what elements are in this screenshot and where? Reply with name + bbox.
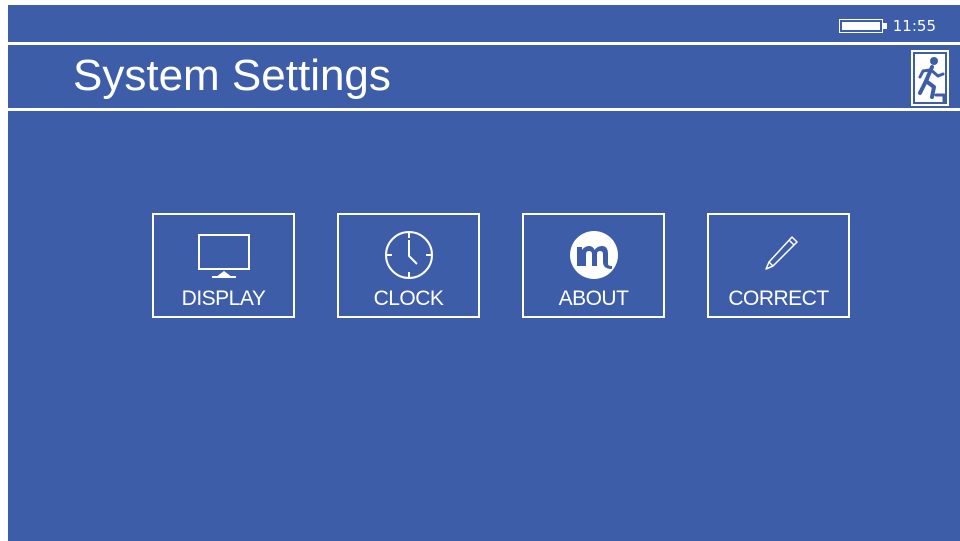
correct-button[interactable]: CORRECT	[707, 213, 850, 318]
monitor-icon	[197, 234, 250, 278]
header-bottom-divider	[8, 108, 960, 111]
status-time: 11:55	[892, 17, 936, 35]
header-top-divider	[8, 42, 960, 45]
logo-icon	[569, 231, 618, 279]
page-title: System Settings	[73, 51, 391, 100]
exit-icon	[911, 50, 949, 106]
correct-label: CORRECT	[728, 287, 829, 310]
battery-level	[841, 22, 880, 30]
battery-tip	[882, 23, 887, 29]
exit-button[interactable]	[910, 49, 950, 107]
display-label: DISPLAY	[181, 287, 266, 310]
pencil-icon	[764, 236, 798, 270]
display-button[interactable]: DISPLAY	[152, 213, 295, 318]
clock-button[interactable]: CLOCK	[337, 213, 480, 318]
about-button[interactable]: ABOUT	[522, 213, 665, 318]
settings-menu: DISPLAY CLOCK ABOUT CORRECT	[152, 213, 850, 318]
clock-label: CLOCK	[373, 287, 444, 310]
clock-icon	[384, 231, 433, 279]
settings-screen: 11:55 System Settings DISPLAY CLOCK ABOU…	[8, 5, 960, 541]
about-label: ABOUT	[558, 287, 629, 310]
battery-icon	[838, 19, 883, 33]
status-bar: 11:55	[838, 17, 936, 35]
